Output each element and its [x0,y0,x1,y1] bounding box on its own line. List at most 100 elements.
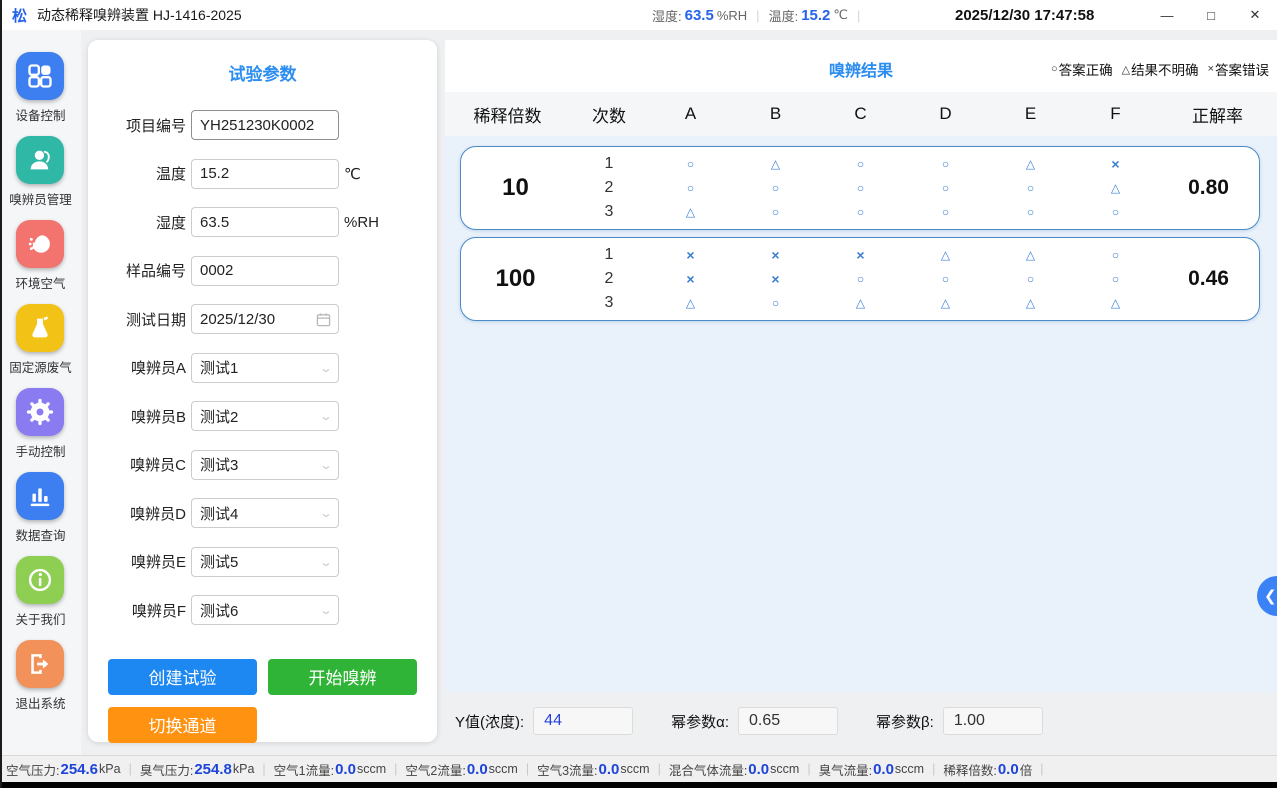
status-unit: sccm [620,762,649,776]
field-value: 0002 [200,262,233,279]
sidebar-item-label: 环境空气 [15,273,65,292]
project-no-input[interactable]: YH251230K0002 [191,110,339,140]
beta-param-input[interactable]: 1.00 [943,707,1043,735]
user-icon [16,136,64,184]
status-label: 臭气流量: [819,760,872,779]
sidebar-item-panelist-management[interactable]: 嗅辨员管理 [9,136,72,208]
gear-icon [16,388,64,436]
separator: | [857,8,860,23]
y-concentration-label: Y值(浓度): [455,711,524,732]
status-value: 254.8 [194,761,232,778]
column-header: A [648,104,733,124]
field-unit-temperature: ℃ [344,165,361,183]
switch-channel-button[interactable]: 切换通道 [108,707,257,743]
field-value: YH251230K0002 [200,117,314,134]
panelist-e-dropdown[interactable]: 测试5 ⌄ [191,547,339,577]
field-label-panelist-c: 嗅辨员C [88,454,186,475]
result-mark: ○ [942,267,949,291]
humidity-unit: %RH [717,8,747,23]
marks-column: △○△ [988,243,1073,315]
alpha-param-input[interactable]: 0.65 [738,707,838,735]
results-legend: ○答案正确△结果不明确×答案错误 [1051,59,1269,79]
panelist-f-dropdown[interactable]: 测试6⌄ [191,595,339,625]
result-row[interactable]: 100123××△××○×○△△○△△○△○○△0.46 [460,237,1260,321]
titlebar-env-readouts: 湿度: 63.5 %RH | 温度: 15.2 ℃ | [652,0,869,30]
panelist-c-dropdown[interactable]: 测试3 ⌄ [191,450,339,480]
chevron-down-icon: ⌄ [319,361,333,375]
marks-column: ○○○ [903,152,988,224]
form-row-panelist-f: 嗅辨员F测试6⌄ [88,586,437,635]
start-sniff-button[interactable]: 开始嗅辨 [268,659,417,695]
field-label-panelist-b: 嗅辨员B [88,406,186,427]
temperature-unit: ℃ [833,7,848,23]
legend-symbol: △ [1122,63,1130,76]
temperature-input[interactable]: 15.2 [191,159,339,189]
sidebar-item-device-control[interactable]: 设备控制 [15,52,65,124]
trial-numbers: 123 [570,243,648,315]
status-value: 0.0 [998,761,1019,778]
window-left-border [0,0,2,788]
form-row-sample-no: 样品编号0002 [88,247,437,296]
marks-column: ×○△ [818,243,903,315]
results-header: 嗅辨结果 ○答案正确△结果不明确×答案错误 [445,40,1277,92]
status-unit: kPa [233,762,255,776]
result-mark: △ [1111,291,1120,315]
sidebar-item-exit-system[interactable]: 退出系统 [15,640,65,712]
sidebar-item-manual-control[interactable]: 手动控制 [15,388,65,460]
dilution-value: 100 [461,265,570,293]
sidebar-item-ambient-air[interactable]: 环境空气 [15,220,65,292]
result-mark: △ [1026,291,1035,315]
window-bottom-border [0,782,1277,788]
field-value: 测试2 [200,406,238,427]
status-unit: sccm [489,762,518,776]
legend-item: ×答案错误 [1208,59,1269,79]
result-row[interactable]: 10123○○△△○○○○○○○○△○○×△○0.80 [460,146,1260,230]
field-value: 2025/12/30 [200,311,275,328]
form-row-test-date: 测试日期 2025/12/30 [88,295,437,344]
panelist-b-dropdown[interactable]: 测试2⌄ [191,401,339,431]
panelist-d-dropdown[interactable]: 测试4⌄ [191,498,339,528]
result-mark: × [771,267,779,291]
title-bar: 松 动态稀释嗅辨装置 HJ-1416-2025 湿度: 63.5 %RH | 温… [0,0,1277,30]
status-label: 空气1流量: [274,760,334,779]
result-mark: × [1111,152,1119,176]
y-concentration-input[interactable]: 44 [533,707,633,735]
chevron-down-icon: ⌄ [319,458,333,472]
chevron-down-icon: ⌄ [319,555,333,569]
separator: | [1040,762,1043,776]
status-value: 254.6 [60,761,98,778]
separator: | [262,762,265,776]
field-value: 测试5 [200,551,238,572]
column-header: 次数 [570,102,648,127]
sidebar-item-label: 退出系统 [15,693,65,712]
column-header: F [1073,104,1158,124]
status-value: 0.0 [467,761,488,778]
result-mark: △ [856,291,865,315]
separator: | [807,762,810,776]
sidebar-item-about-us[interactable]: 关于我们 [15,556,65,628]
sample-no-input[interactable]: 0002 [191,256,339,286]
result-mark: ○ [1112,243,1119,267]
close-button[interactable]: ✕ [1233,0,1277,30]
panelist-a-dropdown[interactable]: 测试1⌄ [191,353,339,383]
field-value: 测试3 [200,454,238,475]
column-header: E [988,104,1073,124]
result-mark: △ [1111,176,1120,200]
result-mark: ○ [942,200,949,224]
result-mark: ○ [857,176,864,200]
humidity-input[interactable]: 63.5 [191,207,339,237]
maximize-button[interactable]: □ [1189,0,1233,30]
create-test-button[interactable]: 创建试验 [108,659,257,695]
parameters-form: 项目编号YH251230K0002温度15.2℃湿度63.5%RH样品编号000… [88,101,437,635]
result-mark: △ [941,291,950,315]
minimize-button[interactable]: — [1145,0,1189,30]
sidebar-item-data-query[interactable]: 数据查询 [15,472,65,544]
calc-params-strip: Y值(浓度): 44 幂参数α: 0.65 幂参数β: 1.00 [445,698,1277,744]
status-label: 空气压力: [6,760,59,779]
test-date-input[interactable]: 2025/12/30 [191,304,339,334]
field-label-test-date: 测试日期 [88,309,186,330]
result-mark: △ [686,291,695,315]
humidity-value: 63.5 [685,7,714,24]
sidebar-item-stationary-source[interactable]: 固定源废气 [9,304,72,376]
trial-number: 3 [605,291,614,315]
